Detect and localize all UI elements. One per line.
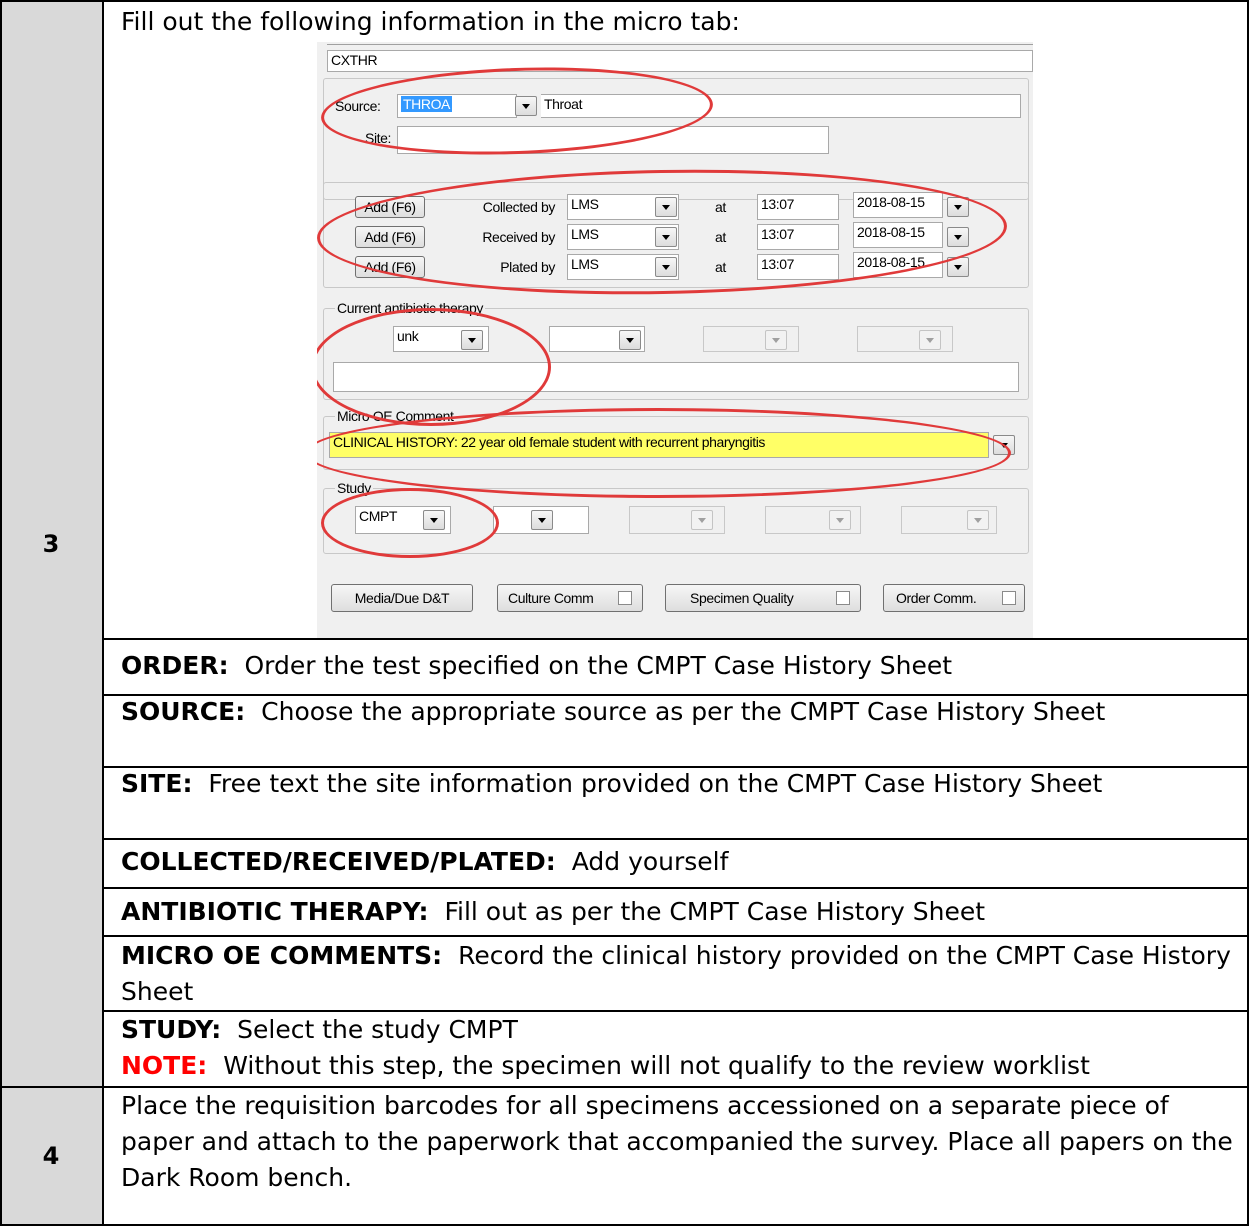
- specimen-quality-checkbox[interactable]: [836, 591, 850, 605]
- note-label: NOTE:: [121, 1051, 208, 1080]
- step-3-cell: 3: [0, 2, 104, 1086]
- row-divider: [104, 887, 1249, 889]
- source-instruction-label: SOURCE:: [121, 697, 246, 726]
- table-border-left: [0, 0, 2, 1226]
- row-divider: [104, 638, 1249, 640]
- order-comm-button[interactable]: Order Comm.: [883, 584, 1025, 612]
- site-instruction-text: Free text the site information provided …: [208, 769, 1103, 798]
- step-4-cell: 4: [0, 1088, 104, 1224]
- micro-instruction-label: MICRO OE COMMENTS:: [121, 941, 443, 970]
- test-code-field[interactable]: CXTHR: [327, 50, 1033, 72]
- antibiotic-instruction: ANTIBIOTIC THERAPY: Fill out as per the …: [121, 894, 1239, 930]
- antibiotic-instruction-label: ANTIBIOTIC THERAPY:: [121, 897, 429, 926]
- note-text: Without this step, the specimen will not…: [223, 1051, 1090, 1080]
- micro-comment-highlight-ellipse: [317, 408, 1011, 498]
- step-3-number: 3: [42, 530, 60, 558]
- collected-instruction: COLLECTED/RECEIVED/PLATED: Add yourself: [121, 844, 1239, 880]
- culture-comm-checkbox[interactable]: [618, 591, 632, 605]
- collected-instruction-text: Add yourself: [571, 847, 729, 876]
- site-instruction: SITE: Free text the site information pro…: [121, 766, 1239, 802]
- site-instruction-label: SITE:: [121, 769, 193, 798]
- order-comm-label: Order Comm.: [896, 590, 977, 606]
- order-label: ORDER:: [121, 651, 229, 680]
- study-dropdown-2-button[interactable]: [531, 510, 553, 530]
- step-4-number: 4: [42, 1142, 60, 1170]
- study-instruction-label: STUDY:: [121, 1015, 222, 1044]
- order-instruction: ORDER: Order the test specified on the C…: [121, 648, 1239, 684]
- intro-text: Fill out the following information in th…: [121, 7, 740, 36]
- study-dropdown-5-button: [967, 510, 989, 530]
- media-due-button[interactable]: Media/Due D&T: [331, 584, 473, 612]
- antibiotic-dropdown-2-button[interactable]: [619, 330, 641, 350]
- study-dropdown-3-button: [691, 510, 713, 530]
- antibiotic-instruction-text: Fill out as per the CMPT Case History Sh…: [444, 897, 986, 926]
- study-highlight-ellipse: [321, 488, 499, 558]
- study-instruction: STUDY: Select the study CMPT NOTE: Witho…: [121, 1012, 1239, 1084]
- row-divider: [104, 838, 1249, 840]
- source-instruction: SOURCE: Choose the appropriate source as…: [121, 694, 1239, 730]
- antibiotic-dropdown-4-button: [919, 330, 941, 350]
- antibiotic-highlight-ellipse: [317, 308, 551, 426]
- micro-tab-screenshot: CXTHR Source: THROA Throat Site: Add (F6…: [317, 42, 1033, 638]
- culture-comm-label: Culture Comm: [508, 590, 594, 606]
- screenshot-top-rule: [327, 44, 1033, 45]
- instruction-table: 3 4 Fill out the following information i…: [0, 0, 1249, 1226]
- study-instruction-text: Select the study CMPT: [237, 1015, 518, 1044]
- specimen-quality-label: Specimen Quality: [690, 590, 794, 606]
- table-border-top: [0, 0, 1249, 2]
- culture-comm-button[interactable]: Culture Comm: [497, 584, 643, 612]
- order-text: Order the test specified on the CMPT Cas…: [244, 651, 953, 680]
- row-divider: [104, 935, 1249, 937]
- step-4-text: Place the requisition barcodes for all s…: [121, 1091, 1233, 1192]
- micro-instruction: MICRO OE COMMENTS: Record the clinical h…: [121, 938, 1239, 1010]
- collected-instruction-label: COLLECTED/RECEIVED/PLATED:: [121, 847, 556, 876]
- source-instruction-text: Choose the appropriate source as per the…: [261, 697, 1106, 726]
- antibiotic-dropdown-3-button: [765, 330, 787, 350]
- specimen-quality-button[interactable]: Specimen Quality: [665, 584, 861, 612]
- study-dropdown-4-button: [829, 510, 851, 530]
- order-comm-checkbox[interactable]: [1002, 591, 1016, 605]
